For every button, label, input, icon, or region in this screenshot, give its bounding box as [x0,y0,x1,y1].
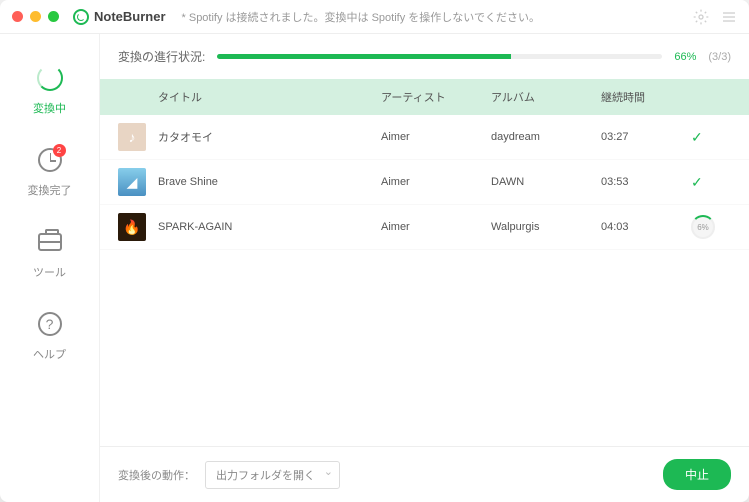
app-logo: NoteBurner [73,9,166,25]
progress-row: 変換の進行状況: 66% (3/3) [100,34,749,79]
track-duration: 04:03 [601,221,691,233]
track-album: daydream [491,131,601,143]
sidebar-item-label: 変換中 [33,100,66,116]
window-controls [12,11,59,22]
col-album: アルバム [491,89,601,105]
track-progress-icon: 6% [691,215,715,239]
sidebar-item-converting[interactable]: 変換中 [33,64,66,116]
close-button[interactable] [12,11,23,22]
briefcase-icon [36,228,64,256]
menu-icon[interactable] [721,9,737,25]
minimize-button[interactable] [30,11,41,22]
post-action-dropdown[interactable]: 出力フォルダを開く [205,461,340,489]
app-window: NoteBurner * Spotify は接続されました。変換中は Spoti… [0,0,749,502]
clock-icon: 2 [36,146,64,174]
progress-count: (3/3) [708,51,731,63]
track-album: DAWN [491,176,601,188]
col-artist: アーティスト [381,89,491,105]
help-icon: ? [36,310,64,338]
table-header: タイトル アーティスト アルバム 継続時間 [100,79,749,115]
track-row[interactable]: 🔥 SPARK-AGAIN Aimer Walpurgis 04:03 6% [100,205,749,250]
header-actions [693,9,737,25]
progress-label: 変換の進行状況: [118,48,205,65]
progress-bar [217,54,662,59]
track-duration: 03:53 [601,176,691,188]
footer: 変換後の動作： 出力フォルダを開く 中止 [100,446,749,502]
col-duration: 継続時間 [601,89,691,105]
track-row[interactable]: ♪ カタオモイ Aimer daydream 03:27 ✓ [100,115,749,160]
col-title: タイトル [158,89,381,105]
stop-button[interactable]: 中止 [663,459,731,490]
app-name: NoteBurner [94,9,166,24]
sidebar-item-label: ヘルプ [33,346,66,362]
album-art: ◢ [118,168,146,196]
sidebar-item-label: 変換完了 [28,182,72,198]
track-row[interactable]: ◢ Brave Shine Aimer DAWN 03:53 ✓ [100,160,749,205]
titlebar: NoteBurner * Spotify は接続されました。変換中は Spoti… [0,0,749,34]
logo-icon [73,9,89,25]
track-title: Brave Shine [158,176,381,188]
sidebar: 変換中 2 変換完了 ツール ? ヘルプ [0,34,100,502]
track-artist: Aimer [381,131,491,143]
check-icon: ✓ [691,129,703,145]
tracks-list: ♪ カタオモイ Aimer daydream 03:27 ✓ ◢ Brave S… [100,115,749,446]
track-title: カタオモイ [158,129,381,145]
maximize-button[interactable] [48,11,59,22]
completed-badge: 2 [53,144,66,157]
album-art: 🔥 [118,213,146,241]
track-artist: Aimer [381,176,491,188]
progress-fill [217,54,511,59]
status-message: * Spotify は接続されました。変換中は Spotify を操作しないでく… [182,9,693,25]
sidebar-item-tools[interactable]: ツール [33,228,66,280]
album-art: ♪ [118,123,146,151]
sidebar-item-label: ツール [33,264,66,280]
track-album: Walpurgis [491,221,601,233]
sidebar-item-help[interactable]: ? ヘルプ [33,310,66,362]
check-icon: ✓ [691,174,703,190]
progress-percent: 66% [674,51,696,63]
track-title: SPARK-AGAIN [158,221,381,233]
track-artist: Aimer [381,221,491,233]
main-panel: 変換の進行状況: 66% (3/3) タイトル アーティスト アルバム 継続時間… [100,34,749,502]
settings-icon[interactable] [693,9,709,25]
post-action-label: 変換後の動作： [118,467,195,483]
track-duration: 03:27 [601,131,691,143]
converting-icon [36,64,64,92]
body: 変換中 2 変換完了 ツール ? ヘルプ 変換の進行状況: [0,34,749,502]
sidebar-item-completed[interactable]: 2 変換完了 [28,146,72,198]
